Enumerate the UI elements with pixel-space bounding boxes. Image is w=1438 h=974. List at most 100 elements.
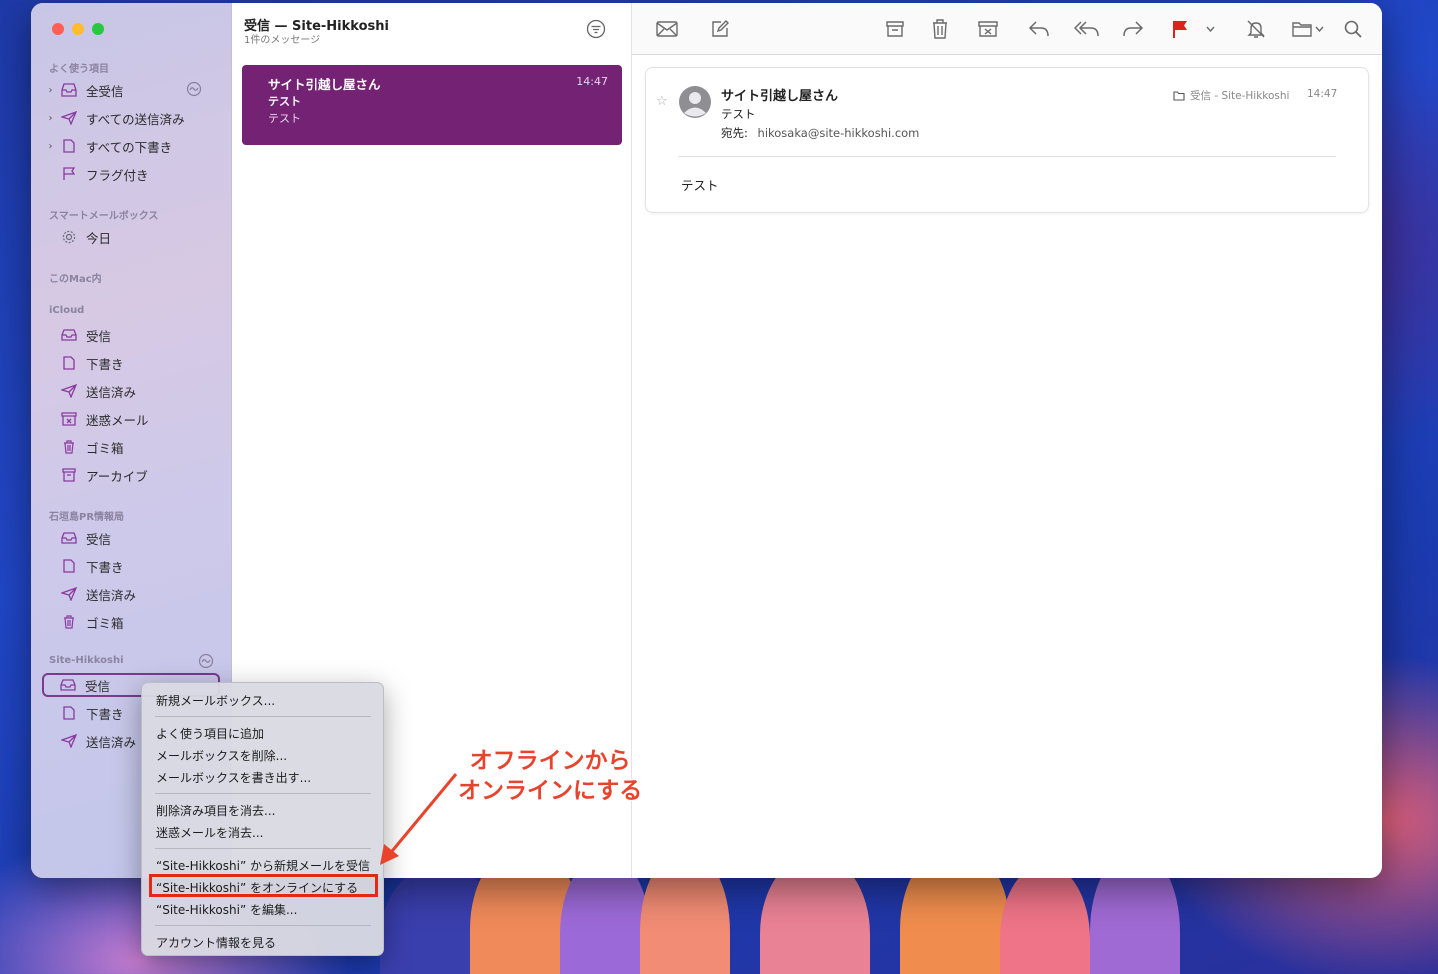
- sent-icon: [58, 111, 80, 125]
- menu-item-export-mailbox[interactable]: メールボックスを書き出す...: [156, 769, 311, 786]
- context-menu: 新規メールボックス... よく使う項目に追加 メールボックスを削除... メール…: [141, 682, 384, 956]
- chevron-right-icon[interactable]: ›: [45, 85, 56, 96]
- sidebar-item-all-drafts[interactable]: › すべての下書き: [45, 134, 219, 158]
- close-window-button[interactable]: [52, 23, 64, 35]
- reply-button[interactable]: [1028, 17, 1050, 41]
- sidebar-item-label: 送信済み: [86, 384, 137, 400]
- forward-button[interactable]: [1122, 17, 1144, 41]
- zoom-window-button[interactable]: [92, 23, 104, 35]
- to-label: 宛先:: [721, 126, 748, 140]
- folder-icon: [1173, 90, 1185, 101]
- sidebar-item-all-inboxes[interactable]: › 全受信: [45, 78, 219, 102]
- inbox-icon: [58, 532, 80, 544]
- annotation-text: オフラインから オンラインにする: [458, 746, 642, 806]
- mailbox-name: 受信 - Site-Hikkoshi: [1190, 90, 1290, 102]
- sidebar-item-icloud-trash[interactable]: ゴミ箱: [45, 435, 219, 459]
- recipient-line: 宛先: hikosaka@site-hikkoshi.com: [721, 125, 919, 141]
- section-this-mac[interactable]: このMac内: [49, 270, 102, 285]
- compose-button[interactable]: [710, 17, 730, 41]
- chevron-down-icon: [1206, 26, 1215, 32]
- minimize-window-button[interactable]: [72, 23, 84, 35]
- sidebar-item-label: 下書き: [86, 356, 124, 372]
- sidebar-item-label: 迷惑メール: [86, 412, 149, 428]
- flag-menu-chevron[interactable]: [1206, 17, 1215, 41]
- sidebar-item-icloud-junk[interactable]: 迷惑メール: [45, 407, 219, 431]
- sidebar-item-all-sent[interactable]: › すべての送信済み: [45, 106, 219, 130]
- search-button[interactable]: [1344, 17, 1362, 41]
- menu-item-account-info[interactable]: アカウント情報を見る: [156, 934, 276, 951]
- sidebar-item-label: すべての送信済み: [86, 111, 185, 127]
- flag-button[interactable]: [1172, 17, 1188, 41]
- inbox-icon: [57, 679, 79, 691]
- sent-icon: [58, 734, 80, 748]
- sidebar-item-label: 受信: [85, 678, 111, 694]
- sidebar-item-flagged[interactable]: フラグ付き: [45, 162, 219, 186]
- sidebar-item-label: フラグ付き: [86, 167, 149, 183]
- sidebar-item-today[interactable]: 今日: [45, 225, 219, 249]
- reply-all-button[interactable]: [1074, 17, 1100, 41]
- message-subject: テスト: [721, 107, 756, 121]
- menu-separator: [155, 793, 371, 794]
- menu-item-new-mailbox[interactable]: 新規メールボックス...: [156, 692, 275, 709]
- menu-item-edit-account[interactable]: “Site-Hikkoshi” を編集...: [156, 901, 297, 918]
- document-icon: [58, 356, 80, 370]
- sidebar-item-label: 全受信: [86, 83, 124, 99]
- sent-icon: [58, 587, 80, 601]
- chevron-right-icon[interactable]: ›: [45, 141, 56, 152]
- annotation-line-2: オンラインにする: [458, 778, 643, 804]
- message-viewer: ☆ サイト引越し屋さん テスト 宛先: hikosaka@site-hikkos…: [632, 3, 1382, 878]
- sidebar-item-ishigaki-drafts[interactable]: 下書き: [45, 554, 219, 578]
- sidebar-item-ishigaki-sent[interactable]: 送信済み: [45, 582, 219, 606]
- sidebar-item-icloud-drafts[interactable]: 下書き: [45, 351, 219, 375]
- flag-icon: [58, 167, 80, 181]
- sidebar-item-label: 今日: [86, 230, 112, 246]
- activity-icon: [198, 653, 214, 673]
- get-mail-button[interactable]: [656, 17, 678, 41]
- menu-item-get-new-mail[interactable]: “Site-Hikkoshi” から新規メールを受信: [156, 857, 370, 874]
- message-sender: サイト引越し屋さん: [721, 89, 839, 104]
- sidebar-item-label: ゴミ箱: [86, 440, 124, 456]
- menu-item-add-favorite[interactable]: よく使う項目に追加: [156, 725, 264, 742]
- junk-button[interactable]: [978, 17, 998, 41]
- chevron-right-icon[interactable]: ›: [45, 113, 56, 124]
- document-icon: [58, 559, 80, 573]
- sidebar-item-icloud-inbox[interactable]: 受信: [45, 323, 219, 347]
- folder-icon: [1292, 22, 1312, 37]
- message-body: テスト: [681, 178, 719, 193]
- sidebar-item-ishigaki-inbox[interactable]: 受信: [45, 526, 219, 550]
- delete-button[interactable]: [932, 17, 948, 41]
- to-address[interactable]: hikosaka@site-hikkoshi.com: [758, 126, 920, 140]
- section-icloud[interactable]: iCloud: [49, 305, 84, 316]
- filter-icon[interactable]: [586, 19, 606, 43]
- sidebar-item-label: アーカイブ: [86, 468, 148, 484]
- inbox-icon: [58, 329, 80, 341]
- trash-icon: [933, 19, 947, 39]
- mute-button[interactable]: [1246, 17, 1266, 41]
- move-button[interactable]: [1292, 17, 1324, 41]
- sidebar-item-icloud-archive[interactable]: アーカイブ: [45, 463, 219, 487]
- bell-slash-icon: [1247, 20, 1265, 38]
- sidebar-item-ishigaki-trash[interactable]: ゴミ箱: [45, 610, 219, 634]
- sidebar-item-label: すべての下書き: [86, 139, 173, 155]
- section-ishigaki[interactable]: 石垣島PR情報局: [49, 508, 124, 523]
- forward-icon: [1123, 21, 1144, 37]
- sidebar-item-label: 下書き: [86, 706, 124, 722]
- section-favorites[interactable]: よく使う項目: [49, 60, 109, 75]
- chevron-down-icon: [1315, 26, 1324, 32]
- message-row[interactable]: サイト引越し屋さん 14:47 テスト テスト: [242, 65, 622, 145]
- star-icon[interactable]: ☆: [656, 94, 668, 109]
- menu-separator: [155, 925, 371, 926]
- message-subject: テスト: [268, 95, 301, 108]
- menu-item-delete-mailbox[interactable]: メールボックスを削除...: [156, 747, 287, 764]
- menu-item-erase-deleted[interactable]: 削除済み項目を消去...: [156, 802, 275, 819]
- section-smart-mailboxes[interactable]: スマートメールボックス: [49, 207, 158, 222]
- activity-icon: [186, 81, 202, 100]
- compose-icon: [712, 20, 729, 37]
- archive-button[interactable]: [886, 17, 904, 41]
- reply-all-icon: [1074, 21, 1099, 37]
- sidebar-item-icloud-sent[interactable]: 送信済み: [45, 379, 219, 403]
- section-site-hikkoshi[interactable]: Site-Hikkoshi: [49, 655, 124, 666]
- junk-icon: [58, 412, 80, 426]
- inbox-icon: [58, 83, 80, 97]
- menu-item-erase-junk[interactable]: 迷惑メールを消去...: [156, 824, 263, 841]
